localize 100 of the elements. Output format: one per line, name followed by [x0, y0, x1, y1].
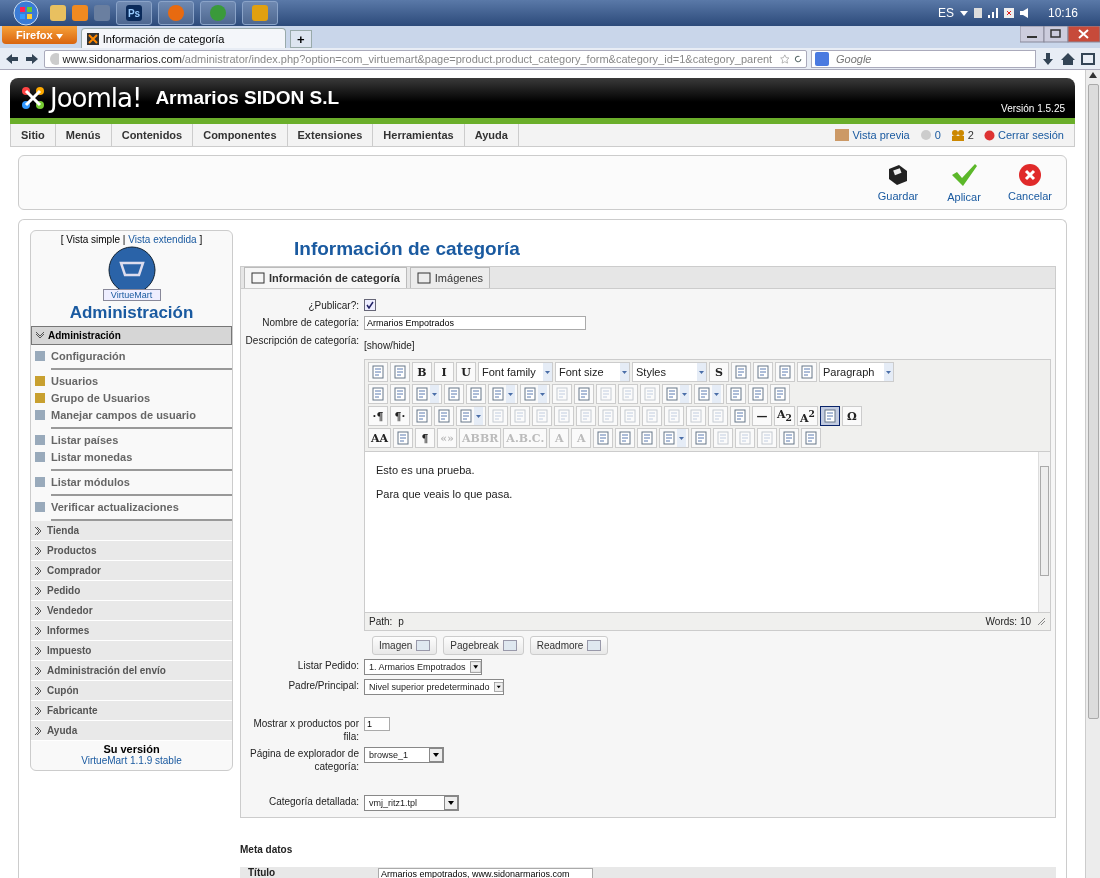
search-field[interactable]: Google [811, 49, 1036, 68]
section-header[interactable]: Administración [31, 326, 232, 345]
page-icon [645, 409, 659, 423]
section-header[interactable]: Ayuda [31, 721, 232, 741]
chevron-icon [34, 605, 44, 616]
sidebar-item[interactable]: Manejar campos de usuario [34, 406, 232, 423]
toolbar-button[interactable]: Cancelar [1002, 163, 1058, 202]
text-field[interactable]: Armarios empotrados, www.sidonarmarios.com [378, 868, 593, 878]
sidebar-item[interactable]: Verificar actualizaciones [34, 498, 232, 515]
caret-icon [697, 363, 706, 381]
logout-link[interactable]: Cerrar sesión [983, 124, 1064, 146]
toolbar-button[interactable]: Aplicar [936, 162, 992, 203]
resize-handle-icon[interactable] [1037, 617, 1046, 626]
language-indicator[interactable]: ES [937, 6, 954, 20]
browser-tab[interactable]: Información de categoría [80, 28, 286, 48]
users-count[interactable]: 2 [950, 124, 974, 146]
sidebar-item[interactable]: Listar países [34, 431, 232, 448]
menu-item[interactable]: Extensiones [287, 124, 374, 146]
section-header[interactable]: Impuesto [31, 641, 232, 661]
toolbar-button[interactable]: — [752, 406, 772, 426]
select-field[interactable]: vmj_ritz1.tpl [364, 795, 459, 811]
speaker-icon[interactable] [1019, 8, 1028, 18]
dropdown[interactable]: Paragraph [819, 362, 894, 382]
sidebar-item[interactable]: Usuarios [34, 372, 232, 389]
app-icon[interactable]: Ps [126, 5, 142, 21]
section-header[interactable]: Productos [31, 541, 232, 561]
star-icon [780, 51, 790, 66]
version-link[interactable]: VirtueMart 1.1.9 stable [31, 755, 232, 766]
toolbar-button[interactable]: A$_{2}$ [774, 406, 795, 426]
dropdown[interactable]: Font size [555, 362, 630, 382]
item-icon [34, 500, 46, 513]
caret-icon [680, 385, 689, 403]
dropdown[interactable]: Font family [478, 362, 553, 382]
menu-item[interactable]: Ayuda [464, 124, 519, 146]
tab[interactable]: Imágenes [409, 267, 491, 288]
text-field[interactable]: Armarios Empotrados [364, 316, 586, 330]
site-name: Armarios SIDON S.L [155, 87, 340, 109]
editor-button[interactable]: Pagebreak [443, 636, 524, 655]
sidebar-item[interactable]: Listar monedas [34, 448, 232, 465]
page-icon [415, 409, 429, 423]
window-controls[interactable] [1020, 26, 1100, 44]
toolbar-button[interactable]: U [456, 362, 476, 382]
toolbar-button[interactable]: Ω [841, 406, 862, 426]
menu-item[interactable]: Contenidos [111, 124, 194, 146]
sidebar-item[interactable]: Grupo de Usuarios [34, 389, 232, 406]
editor-button[interactable]: Readmore [529, 636, 609, 655]
checkbox[interactable] [364, 299, 376, 311]
toolbar-button[interactable]: ¶ [415, 428, 436, 448]
menu-item[interactable]: Sitio [11, 124, 56, 146]
section-header[interactable]: Cupón [31, 681, 232, 701]
text-field[interactable]: 1 [364, 717, 390, 731]
sidebar-item[interactable]: Listar módulos [34, 473, 232, 490]
caret-icon [493, 680, 503, 694]
section-header[interactable]: Vendedor [31, 601, 232, 621]
section-header[interactable]: Pedido [31, 581, 232, 601]
checkmark-icon [366, 301, 374, 309]
editor-button[interactable]: Imagen [372, 636, 438, 655]
toolbar-button[interactable]: ·¶ [368, 406, 388, 426]
page-icon [447, 387, 461, 401]
item-icon [34, 391, 46, 404]
signal-icon[interactable] [987, 8, 998, 18]
app-icon[interactable] [252, 5, 268, 21]
select-field[interactable]: browse_1 [364, 747, 444, 763]
caret-icon [474, 407, 483, 425]
chevron-icon [35, 330, 45, 341]
show-hide-link[interactable]: [show/hide] [364, 340, 1051, 351]
select-field[interactable]: Nivel superior predeterminado [364, 679, 504, 695]
scrollbar-thumb[interactable] [1087, 84, 1099, 719]
tab[interactable]: Información de categoría [244, 267, 407, 288]
toolbar-button[interactable]: I [434, 362, 454, 382]
menu-item[interactable]: Componentes [193, 124, 288, 146]
section-header[interactable]: Tienda [31, 521, 232, 541]
section-header[interactable]: Informes [31, 621, 232, 641]
dropdown[interactable]: Styles [632, 362, 707, 382]
download-icon[interactable] [1040, 50, 1056, 67]
home-icon[interactable] [1060, 50, 1076, 67]
toolbar-button[interactable]: S [709, 362, 729, 382]
preview-link[interactable]: Vista previa [835, 124, 910, 146]
section-header[interactable]: Comprador [31, 561, 232, 581]
section-header[interactable]: Fabricante [31, 701, 232, 721]
address-bar[interactable]: www.sidonarmarios.com/administrator/index.php?option=com_virtuemart&page=product.product_category_form&category_id=1&category_parent [44, 49, 807, 68]
toolbar-button[interactable]: B [412, 362, 432, 382]
app-icon[interactable] [94, 5, 110, 21]
new-tab-button[interactable]: + [289, 30, 312, 48]
messages-count[interactable]: 0 [919, 124, 941, 146]
menu-item[interactable]: Menús [55, 124, 112, 146]
toolbar-button[interactable]: Guardar [870, 163, 926, 202]
sidebar-item[interactable]: Configuración [34, 347, 232, 364]
select-field[interactable]: 1. Armarios Empotrados [364, 659, 482, 675]
menu-item[interactable]: Herramientas [373, 124, 465, 146]
section-header[interactable]: Administración del envío [31, 661, 232, 681]
toolbar-button[interactable]: A$^{2}$ [796, 406, 818, 426]
page-icon [621, 387, 635, 401]
toolbar-button[interactable]: AA [368, 428, 392, 448]
toolbar-button[interactable]: ¶· [390, 406, 410, 426]
page-icon [778, 365, 792, 379]
caret-icon[interactable] [959, 10, 968, 16]
joomla-favicon [86, 32, 99, 45]
view-link[interactable]: Vista extendida [128, 234, 197, 245]
toolbar-button[interactable] [819, 406, 840, 426]
